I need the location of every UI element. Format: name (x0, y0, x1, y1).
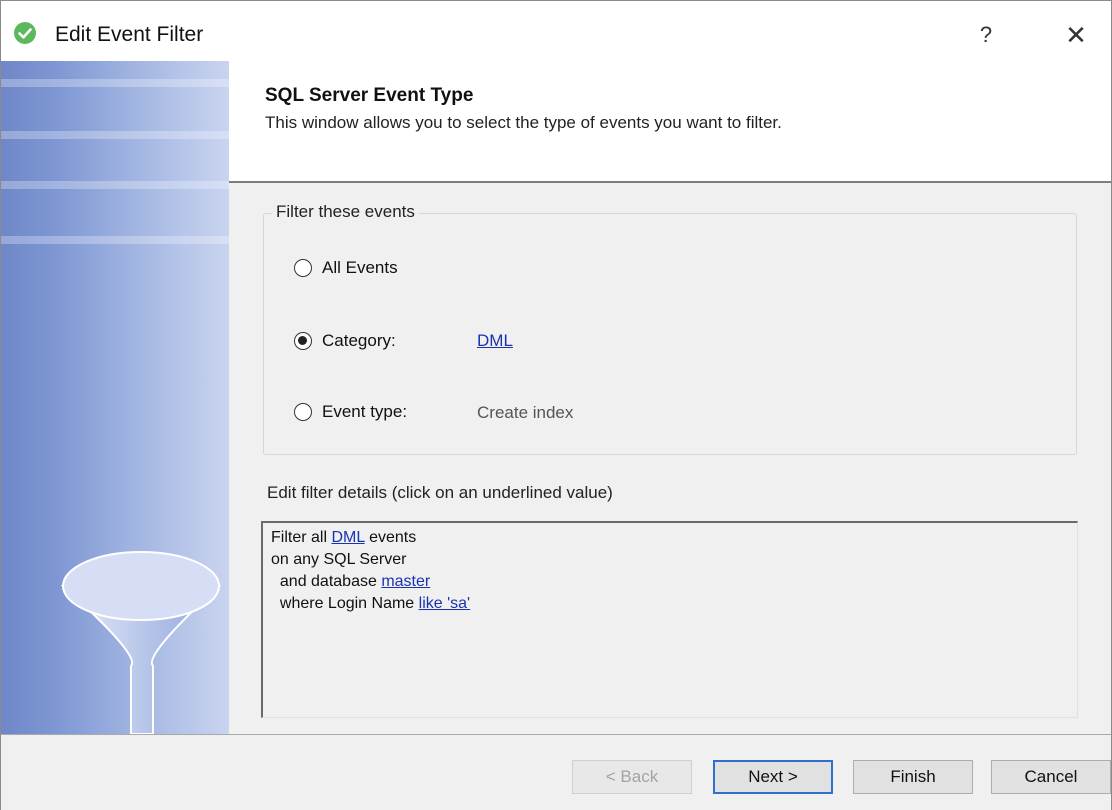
radio-label-event-type: Event type: (322, 402, 408, 421)
radio-label-all-events: All Events (322, 258, 398, 277)
wizard-content: Filter these events All Events Category:… (229, 183, 1111, 734)
details-label: Edit filter details (click on an underli… (267, 483, 613, 502)
login-name-link[interactable]: like 'sa' (419, 595, 470, 612)
banner-stripe (1, 79, 229, 87)
window-title: Edit Event Filter (55, 23, 204, 46)
help-button[interactable]: ? (969, 17, 1003, 53)
details-line-4: where Login Name like 'sa' (271, 595, 470, 613)
details-text: where Login Name (271, 595, 419, 612)
radio-button[interactable] (294, 259, 312, 277)
radio-event-type[interactable]: Event type: (294, 398, 407, 426)
banner-stripe (1, 181, 229, 189)
wizard-footer: < Back Next > Finish Cancel (1, 734, 1111, 810)
details-line-2: on any SQL Server (271, 551, 407, 568)
cancel-button[interactable]: Cancel (991, 760, 1111, 794)
radio-label-category: Category: (322, 331, 396, 350)
filter-group: Filter these events All Events Category:… (263, 202, 1077, 455)
filter-details-box: Filter all DML events on any SQL Server … (261, 521, 1078, 718)
back-button[interactable]: < Back (572, 760, 692, 794)
dml-link[interactable]: DML (331, 529, 364, 546)
radio-all-events[interactable]: All Events (294, 254, 398, 282)
wizard-header: SQL Server Event Type This window allows… (229, 61, 1111, 183)
database-link[interactable]: master (381, 573, 430, 590)
close-button[interactable]: ✕ (1059, 17, 1093, 53)
details-text: and database (271, 573, 382, 590)
next-button[interactable]: Next > (713, 760, 833, 794)
page-subtitle: This window allows you to select the typ… (265, 113, 782, 132)
radio-button[interactable] (294, 403, 312, 421)
funnel-icon (61, 551, 221, 734)
category-value-link[interactable]: DML (477, 331, 513, 351)
group-legend: Filter these events (272, 202, 419, 222)
side-banner (1, 61, 229, 734)
details-line-1: Filter all DML events (271, 529, 416, 547)
banner-stripe (1, 131, 229, 139)
title-bar: Edit Event Filter ? ✕ (1, 1, 1111, 61)
page-title: SQL Server Event Type (265, 85, 474, 106)
details-text: events (364, 529, 417, 546)
radio-button-selected[interactable] (294, 332, 312, 350)
details-text: Filter all (271, 529, 332, 546)
banner-stripe (1, 236, 229, 244)
details-line-3: and database master (271, 573, 430, 591)
finish-button[interactable]: Finish (853, 760, 973, 794)
event-type-value: Create index (477, 403, 574, 422)
green-check-icon (14, 22, 36, 44)
dialog-window: Edit Event Filter ? ✕ SQL Server Event T… (0, 0, 1112, 810)
radio-category[interactable]: Category: (294, 327, 396, 355)
